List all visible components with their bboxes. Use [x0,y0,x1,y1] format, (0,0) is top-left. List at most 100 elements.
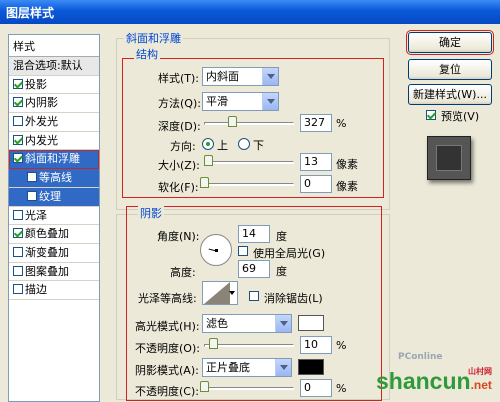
technique-value: 平滑 [206,95,228,108]
depth-slider-thumb[interactable] [228,116,238,127]
direction-up-radio[interactable] [202,138,214,150]
antialias-label: 消除锯齿(L) [264,292,323,305]
direction-down-label: 下 [253,139,264,152]
angle-dial[interactable] [200,234,232,266]
reset-button[interactable]: 复位 [408,59,492,80]
shadow-opacity-slider[interactable] [204,387,294,390]
styles-item-label: 混合选项:默认 [13,59,83,72]
size-input[interactable]: 13 [300,153,332,171]
chevron-down-icon [262,68,278,85]
styles-list: 样式 混合选项:默认 投影 内阴影外发光 内发光斜面和浮雕等高线 纹理光泽颜色叠加渐变… [8,34,100,402]
highlight-color-swatch[interactable] [298,315,324,331]
angle-label: 角度(N): [157,230,200,243]
styles-item[interactable]: 纹理 [9,187,99,207]
bevel-style-value: 内斜面 [206,70,239,83]
shadow-mode-value: 正片叠底 [206,361,250,374]
shadow-opacity-unit: % [336,382,347,395]
structure-title: 结构 [134,46,160,62]
highlight-mode-label: 高光模式(H): [135,320,200,333]
size-slider[interactable] [204,161,294,164]
new-style-button[interactable]: 新建样式(W)... [408,84,492,105]
direction-up-label: 上 [217,139,228,152]
styles-item[interactable]: 内发光 [9,132,99,151]
highlight-mode-value: 滤色 [206,317,228,330]
watermark-brand-name: shancun [376,368,471,394]
styles-item-checkbox[interactable] [13,134,23,145]
styles-item-checkbox[interactable] [13,116,23,127]
altitude-label: 高度: [170,266,196,279]
highlight-mode-select[interactable]: 滤色 [202,314,292,333]
size-slider-thumb[interactable] [204,155,214,166]
global-light-checkbox[interactable] [238,246,248,256]
styles-item[interactable]: 图案叠加 [9,263,99,282]
style-preview-thumbnail [427,136,471,180]
highlight-opacity-input[interactable]: 10 [300,336,332,354]
depth-label: 深度(D): [158,120,201,133]
bevel-emboss-title: 斜面和浮雕 [124,30,183,46]
soften-slider-thumb[interactable] [200,177,209,188]
angle-input[interactable]: 14 [238,225,270,243]
technique-select[interactable]: 平滑 [202,92,279,111]
watermark-brand-sub: 山村网 [468,367,492,376]
direction-down-radio[interactable] [238,138,250,150]
shadow-color-swatch[interactable] [298,359,324,375]
styles-item-checkbox[interactable] [27,172,37,183]
depth-unit: % [336,117,347,130]
shadow-opacity-slider-thumb[interactable] [200,381,209,392]
preview-label: 预览(V) [441,110,480,123]
styles-item[interactable]: 渐变叠加 [9,244,99,263]
soften-slider[interactable] [204,183,294,186]
styles-item[interactable]: 描边 [9,281,99,300]
size-label: 大小(Z): [158,159,200,172]
depth-value: 327 [304,116,325,129]
styles-item-blend-options[interactable]: 混合选项:默认 [9,57,99,76]
styles-item-checkbox[interactable] [13,153,23,164]
styles-list-header: 样式 [9,35,99,57]
styles-item-checkbox[interactable] [13,284,23,295]
styles-item-checkbox[interactable] [13,97,23,108]
chevron-down-icon [229,291,235,295]
styles-item-label: 内阴影 [25,96,58,110]
shadow-opacity-input[interactable]: 0 [300,379,332,397]
styles-item[interactable]: 外发光 [9,113,99,132]
antialias-checkbox[interactable] [249,291,259,301]
altitude-input[interactable]: 69 [238,260,270,278]
styles-item-label: 描边 [25,283,47,297]
chevron-down-icon [275,315,291,332]
gloss-contour-picker[interactable] [202,281,238,305]
soften-input[interactable]: 0 [300,175,332,193]
depth-input[interactable]: 327 [300,114,332,132]
styles-item[interactable]: 光泽 [9,207,99,226]
styles-item-checkbox[interactable] [13,78,23,89]
styles-item-checkbox[interactable] [13,246,23,257]
styles-item-label: 光泽 [25,208,47,222]
depth-slider[interactable] [204,122,294,125]
shadow-mode-select[interactable]: 正片叠底 [202,358,292,377]
styles-item-label: 斜面和浮雕 [25,152,80,166]
bevel-style-select[interactable]: 内斜面 [202,67,279,86]
styles-item-checkbox[interactable] [27,190,37,201]
styles-item-label: 内发光 [25,133,58,147]
styles-item-checkbox[interactable] [13,209,23,220]
ok-button[interactable]: 确定 [406,30,494,55]
styles-item-checkbox[interactable] [13,265,23,276]
window-titlebar[interactable]: 图层样式 [0,0,500,24]
preview-checkbox[interactable] [426,110,436,120]
size-unit: 像素 [336,158,358,171]
styles-item-label: 颜色叠加 [25,227,69,241]
styles-item-label: 纹理 [39,189,61,203]
styles-item[interactable]: 内阴影 [9,94,99,114]
styles-item[interactable]: 颜色叠加 [9,225,99,244]
styles-item[interactable]: 等高线 [9,169,99,188]
styles-item[interactable]: 斜面和浮雕 [9,150,99,170]
styles-item[interactable]: 投影 [9,76,99,95]
styles-item-checkbox[interactable] [13,228,23,239]
direction-label: 方向: [170,140,196,153]
size-value: 13 [304,155,318,168]
soften-unit: 像素 [336,180,358,193]
watermark-site-small: PConline [398,352,443,362]
shading-title: 阴影 [138,205,164,221]
style-preview-inner [436,145,462,171]
highlight-opacity-slider-thumb[interactable] [208,338,218,349]
soften-value: 0 [304,177,311,190]
